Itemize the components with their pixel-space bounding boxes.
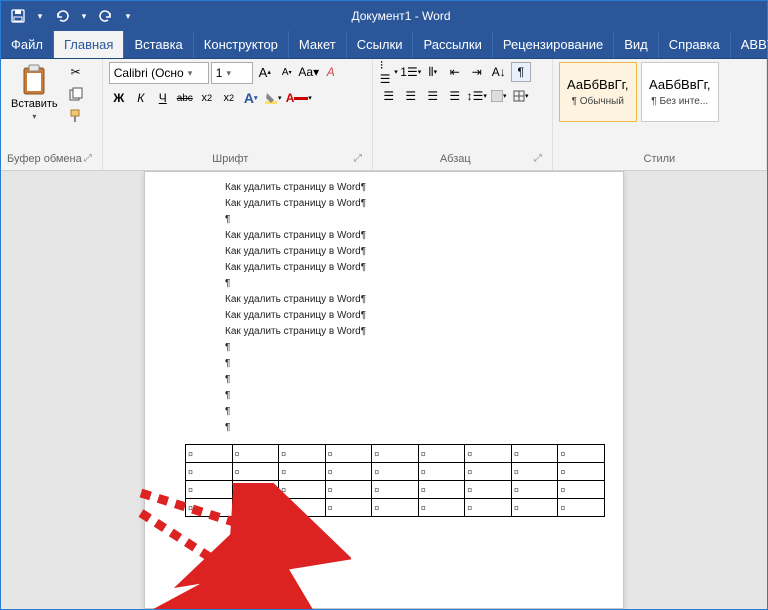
ribbon-group-styles: АаБбВвГг, ¶ Обычный АаБбВвГг, ¶ Без инте…	[553, 59, 767, 170]
subscript-button[interactable]: x2	[197, 88, 217, 108]
tab-file[interactable]: Файл	[1, 31, 54, 58]
document-line: Как удалить страницу в Word¶	[225, 244, 583, 260]
font-launcher-icon[interactable]: ⤢	[352, 153, 364, 165]
clipboard-launcher-icon[interactable]: ⤢	[82, 153, 94, 165]
increase-indent-icon[interactable]: ⇥	[467, 62, 487, 82]
table-row: ¤¤¤¤¤¤¤¤¤	[186, 445, 605, 463]
document-workspace: Как удалить страницу в Word¶ Как удалить…	[1, 171, 767, 609]
undo-icon[interactable]	[53, 7, 71, 25]
font-color-icon[interactable]: A▾	[285, 88, 313, 108]
pilcrow: ¶	[225, 388, 583, 404]
document-table[interactable]: ¤¤¤¤¤¤¤¤¤ ¤¤¤¤¤¤¤¤¤ ¤¤¤¤¤¤¤¤¤ ¤¤¤¤¤¤¤¤¤	[185, 444, 605, 517]
ribbon-group-font: Calibri (Осно▾ 1▾ A▴ A▾ Aa▾ A Ж К Ч abc …	[103, 59, 373, 170]
document-line: Как удалить страницу в Word¶	[225, 324, 583, 340]
shrink-font-icon[interactable]: A▾	[277, 62, 297, 82]
clear-formatting-icon[interactable]: A	[321, 62, 341, 82]
table-row: ¤¤¤¤¤¤¤¤¤	[186, 463, 605, 481]
paragraph-launcher-icon[interactable]: ⤢	[532, 153, 544, 165]
tab-review[interactable]: Рецензирование	[493, 31, 614, 58]
numbering-icon[interactable]: 1☰▾	[401, 62, 421, 82]
tab-insert[interactable]: Вставка	[124, 31, 193, 58]
paste-button[interactable]: Вставить ▾	[7, 62, 62, 123]
qat-dropdown-icon[interactable]: ▾	[35, 7, 45, 25]
table-row: ¤¤¤¤¤¤¤¤¤	[186, 481, 605, 499]
pilcrow: ¶	[225, 340, 583, 356]
change-case-icon[interactable]: Aa▾	[299, 62, 319, 82]
pilcrow: ¶	[225, 420, 583, 436]
style-normal[interactable]: АаБбВвГг, ¶ Обычный	[559, 62, 637, 122]
copy-icon[interactable]	[66, 84, 86, 104]
document-line: Как удалить страницу в Word¶	[225, 180, 583, 196]
shading-icon[interactable]: ▾	[489, 86, 509, 106]
document-line: Как удалить страницу в Word¶	[225, 196, 583, 212]
quick-access-toolbar: ▾ ▾ ▾	[9, 7, 133, 25]
clipboard-icon	[18, 64, 50, 96]
styles-group-label: Стили	[644, 153, 676, 165]
text-effects-icon[interactable]: A▾	[241, 88, 261, 108]
bold-button[interactable]: Ж	[109, 88, 129, 108]
grow-font-icon[interactable]: A▴	[255, 62, 275, 82]
font-group-label: Шрифт	[212, 153, 248, 165]
paste-label: Вставить	[11, 98, 58, 110]
ribbon-tabs: Файл Главная Вставка Конструктор Макет С…	[1, 31, 767, 59]
sort-icon[interactable]: A↓	[489, 62, 509, 82]
borders-icon[interactable]: ▾	[511, 86, 531, 106]
pilcrow: ¶	[225, 212, 583, 228]
table-row: ¤¤¤¤¤¤¤¤¤	[186, 499, 605, 517]
paragraph-group-label: Абзац	[440, 153, 471, 165]
pilcrow: ¶	[225, 356, 583, 372]
strikethrough-button[interactable]: abc	[175, 88, 195, 108]
tab-abbyy[interactable]: ABBYY FineRe	[731, 31, 768, 58]
document-page[interactable]: Как удалить страницу в Word¶ Как удалить…	[144, 171, 624, 609]
qat-customize-icon[interactable]: ▾	[123, 7, 133, 25]
tab-layout[interactable]: Макет	[289, 31, 347, 58]
bullets-icon[interactable]: ⁝☰▾	[379, 62, 399, 82]
ribbon-group-clipboard: Вставить ▾ ✂ Буфер обмена⤢	[1, 59, 103, 170]
font-name-combo[interactable]: Calibri (Осно▾	[109, 62, 209, 84]
tab-design[interactable]: Конструктор	[194, 31, 289, 58]
font-size-combo[interactable]: 1▾	[211, 62, 253, 84]
tab-home[interactable]: Главная	[54, 31, 124, 58]
tab-mailings[interactable]: Рассылки	[413, 31, 492, 58]
document-line: Как удалить страницу в Word¶	[225, 292, 583, 308]
pilcrow: ¶	[225, 404, 583, 420]
document-line: Как удалить страницу в Word¶	[225, 308, 583, 324]
window-title: Документ1 - Word	[133, 9, 669, 23]
undo-dropdown-icon[interactable]: ▾	[79, 7, 89, 25]
title-bar: ▾ ▾ ▾ Документ1 - Word	[1, 1, 767, 31]
tab-view[interactable]: Вид	[614, 31, 659, 58]
decrease-indent-icon[interactable]: ⇤	[445, 62, 465, 82]
underline-button[interactable]: Ч	[153, 88, 173, 108]
ribbon: Вставить ▾ ✂ Буфер обмена⤢ Calibri (Осно…	[1, 59, 767, 171]
style-no-spacing[interactable]: АаБбВвГг, ¶ Без инте...	[641, 62, 719, 122]
pilcrow: ¶	[225, 276, 583, 292]
align-right-icon[interactable]: ☰	[423, 86, 443, 106]
cut-icon[interactable]: ✂	[66, 62, 86, 82]
document-line: Как удалить страницу в Word¶	[225, 260, 583, 276]
italic-button[interactable]: К	[131, 88, 151, 108]
align-left-icon[interactable]: ☰	[379, 86, 399, 106]
superscript-button[interactable]: x2	[219, 88, 239, 108]
align-center-icon[interactable]: ☰	[401, 86, 421, 106]
multilevel-list-icon[interactable]: ⦀▾	[423, 62, 443, 82]
ribbon-group-paragraph: ⁝☰▾ 1☰▾ ⦀▾ ⇤ ⇥ A↓ ¶ ☰ ☰ ☰ ☰ ↕☰▾ ▾ ▾ Абза…	[373, 59, 553, 170]
highlight-icon[interactable]: ▾	[263, 88, 283, 108]
tab-help[interactable]: Справка	[659, 31, 731, 58]
document-line: Как удалить страницу в Word¶	[225, 228, 583, 244]
justify-icon[interactable]: ☰	[445, 86, 465, 106]
clipboard-group-label: Буфер обмена	[7, 153, 82, 165]
show-marks-icon[interactable]: ¶	[511, 62, 531, 82]
format-painter-icon[interactable]	[66, 106, 86, 126]
save-icon[interactable]	[9, 7, 27, 25]
line-spacing-icon[interactable]: ↕☰▾	[467, 86, 487, 106]
tab-references[interactable]: Ссылки	[347, 31, 414, 58]
pilcrow: ¶	[225, 372, 583, 388]
redo-icon[interactable]	[97, 7, 115, 25]
